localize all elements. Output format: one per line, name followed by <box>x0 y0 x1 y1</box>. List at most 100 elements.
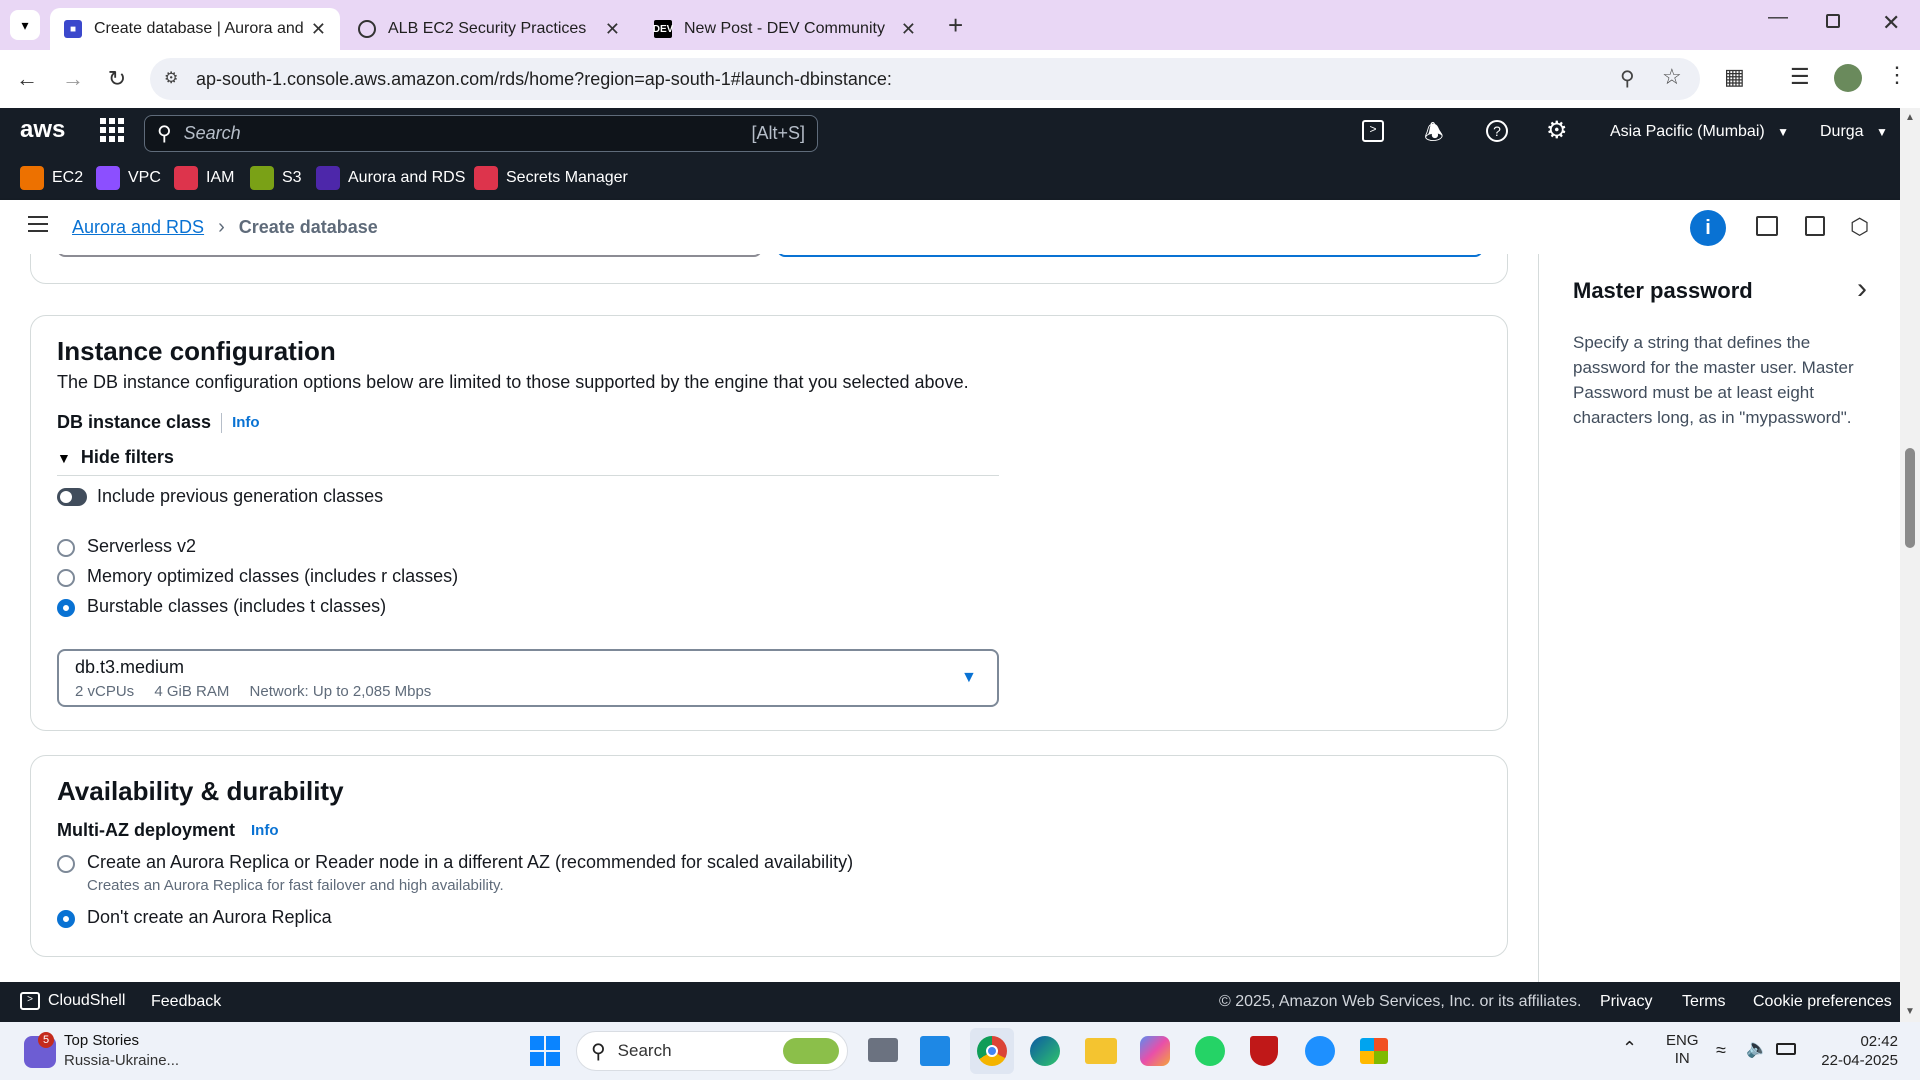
fav-label: Aurora and RDS <box>348 169 466 186</box>
fav-secrets-manager[interactable]: Secrets Manager <box>474 166 628 190</box>
aws-search-input[interactable]: ⚲ Search [Alt+S] <box>144 115 818 152</box>
hexagon-settings-icon[interactable]: ⬡ <box>1850 214 1869 240</box>
mcafee-icon[interactable] <box>1250 1036 1278 1066</box>
file-explorer-icon[interactable] <box>1085 1038 1117 1064</box>
multi-az-label-row: Multi-AZ deployment Info <box>57 820 279 841</box>
profile-avatar[interactable] <box>1834 64 1862 92</box>
close-window-icon[interactable]: ✕ <box>1882 10 1900 36</box>
help-tips-icon[interactable] <box>1305 1036 1335 1066</box>
s3-icon <box>250 166 274 190</box>
help-icon[interactable]: ? <box>1486 120 1508 142</box>
class-option-burstable[interactable]: Burstable classes (includes t classes) <box>57 596 657 620</box>
class-option-serverless[interactable]: Serverless v2 <box>57 536 557 560</box>
tab-list-button[interactable]: ▾ <box>10 10 40 40</box>
copilot-icon[interactable] <box>1140 1036 1170 1066</box>
az-option-no-replica[interactable]: Don't create an Aurora Replica <box>57 907 657 931</box>
microsoft-store-icon[interactable] <box>1360 1038 1388 1064</box>
fav-iam[interactable]: IAM <box>174 166 234 190</box>
chevron-right-icon[interactable]: › <box>1857 272 1867 306</box>
fav-aurora-rds[interactable]: Aurora and RDS <box>316 166 465 190</box>
include-previous-generation-toggle[interactable]: Include previous generation classes <box>57 486 383 507</box>
chrome-icon[interactable] <box>970 1028 1014 1074</box>
close-icon[interactable]: ✕ <box>605 19 620 40</box>
minimize-icon[interactable]: — <box>1768 6 1788 29</box>
close-icon[interactable]: ✕ <box>901 19 916 40</box>
close-icon[interactable]: ✕ <box>311 19 326 40</box>
account-menu[interactable]: Durga ▼ <box>1820 123 1888 141</box>
new-tab-icon[interactable]: + <box>948 10 963 41</box>
restore-icon[interactable] <box>1826 14 1840 28</box>
notifications-bell-icon[interactable]: 🕭 <box>1424 116 1444 154</box>
reload-icon[interactable]: ↻ <box>102 64 132 94</box>
fav-vpc[interactable]: VPC <box>96 166 161 190</box>
breadcrumb-link-aurora-rds[interactable]: Aurora and RDS <box>72 217 204 238</box>
extensions-icon[interactable]: ▦ <box>1724 64 1745 90</box>
cloudshell-button[interactable]: > CloudShell <box>20 992 125 1010</box>
main-content: Instance configuration The DB instance c… <box>0 254 1538 982</box>
scroll-up-icon[interactable]: ▲ <box>1905 112 1915 123</box>
task-view-icon[interactable] <box>868 1038 898 1062</box>
notes-icon[interactable] <box>1805 216 1825 236</box>
help-title: Master password <box>1573 278 1753 303</box>
instance-class-select[interactable]: db.t3.medium 2 vCPUs 4 GiB RAM Network: … <box>57 649 999 707</box>
scrollbar-thumb[interactable] <box>1905 448 1915 548</box>
az-option-create-replica[interactable]: Create an Aurora Replica or Reader node … <box>57 852 957 896</box>
settings-gear-icon[interactable]: ⚙ <box>1546 116 1568 145</box>
clock[interactable]: 02:42 22-04-2025 <box>1818 1032 1898 1070</box>
services-grid-icon[interactable] <box>100 118 124 142</box>
radio-button-selected[interactable] <box>57 599 75 617</box>
radio-button-selected[interactable] <box>57 910 75 928</box>
aws-logo[interactable]: aws <box>20 116 65 144</box>
hide-filters-toggle[interactable]: ▼ Hide filters <box>57 447 174 468</box>
address-bar[interactable]: ⚙ ap-south-1.console.aws.amazon.com/rds/… <box>150 58 1700 100</box>
lang-secondary: IN <box>1674 1050 1690 1067</box>
page-scrollbar[interactable]: ▲ ▼ <box>1900 108 1920 1022</box>
taskbar-search[interactable]: ⚲ Search <box>576 1031 848 1071</box>
info-link[interactable]: Info <box>232 414 260 431</box>
mcafee-mhp-icon[interactable] <box>920 1036 950 1066</box>
radio-button[interactable] <box>57 539 75 557</box>
toggle-switch[interactable] <box>57 487 87 506</box>
cloudshell-icon[interactable]: > <box>1362 120 1384 142</box>
forward-icon[interactable]: → <box>58 64 88 94</box>
site-settings-icon[interactable]: ⚙ <box>164 68 178 88</box>
help-panel: Master password › Specify a string that … <box>1538 254 1900 982</box>
radio-button[interactable] <box>57 855 75 873</box>
edge-icon[interactable] <box>1030 1036 1060 1066</box>
region-label: Asia Pacific (Mumbai) <box>1610 123 1765 140</box>
tab-dev-community[interactable]: DEV New Post - DEV Community ✕ <box>640 8 930 50</box>
lang-primary: ENG <box>1666 1032 1699 1049</box>
db-instance-class-label-row: DB instance class Info <box>57 412 260 433</box>
news-widget[interactable]: 5 Top Stories Russia-Ukraine... <box>24 1030 184 1072</box>
whatsapp-icon[interactable] <box>1195 1036 1225 1066</box>
selected-class-details: 2 vCPUs 4 GiB RAM Network: Up to 2,085 M… <box>75 683 431 700</box>
tray-chevron-up-icon[interactable]: ⌃ <box>1622 1038 1637 1059</box>
terms-link[interactable]: Terms <box>1682 993 1726 1011</box>
info-link[interactable]: Info <box>251 822 279 839</box>
back-icon[interactable]: ← <box>12 64 42 94</box>
privacy-link[interactable]: Privacy <box>1600 993 1652 1011</box>
feedback-link[interactable]: Feedback <box>151 993 221 1011</box>
info-panel-icon[interactable]: i <box>1690 210 1726 246</box>
fav-ec2[interactable]: EC2 <box>20 166 83 190</box>
browser-menu-icon[interactable]: ⋮ <box>1886 62 1908 88</box>
cookie-preferences-link[interactable]: Cookie preferences <box>1753 993 1892 1011</box>
bookmark-star-icon[interactable]: ☆ <box>1662 64 1682 90</box>
battery-icon[interactable] <box>1776 1043 1796 1055</box>
class-option-memory-optimized[interactable]: Memory optimized classes (includes r cla… <box>57 566 657 590</box>
scroll-down-icon[interactable]: ▼ <box>1905 1006 1915 1017</box>
tab-alb-ec2[interactable]: ALB EC2 Security Practices ✕ <box>344 8 634 50</box>
address-row: ← → ↻ ⚙ ap-south-1.console.aws.amazon.co… <box>0 50 1920 108</box>
radio-button[interactable] <box>57 569 75 587</box>
volume-icon[interactable]: 🔈 <box>1746 1038 1768 1059</box>
start-windows-icon[interactable] <box>530 1036 560 1066</box>
password-key-icon[interactable]: ⚲ <box>1620 66 1635 91</box>
region-selector[interactable]: Asia Pacific (Mumbai) ▼ <box>1610 123 1789 141</box>
fav-s3[interactable]: S3 <box>250 166 302 190</box>
tab-create-database[interactable]: ■ Create database | Aurora and R ✕ <box>50 8 340 50</box>
hamburger-menu-icon[interactable] <box>28 216 48 232</box>
tutorials-icon[interactable] <box>1756 216 1778 236</box>
language-indicator[interactable]: ENG IN <box>1666 1032 1699 1068</box>
wifi-icon[interactable]: ≈ <box>1716 1040 1726 1061</box>
media-controls-icon[interactable]: ☰ <box>1790 64 1810 90</box>
